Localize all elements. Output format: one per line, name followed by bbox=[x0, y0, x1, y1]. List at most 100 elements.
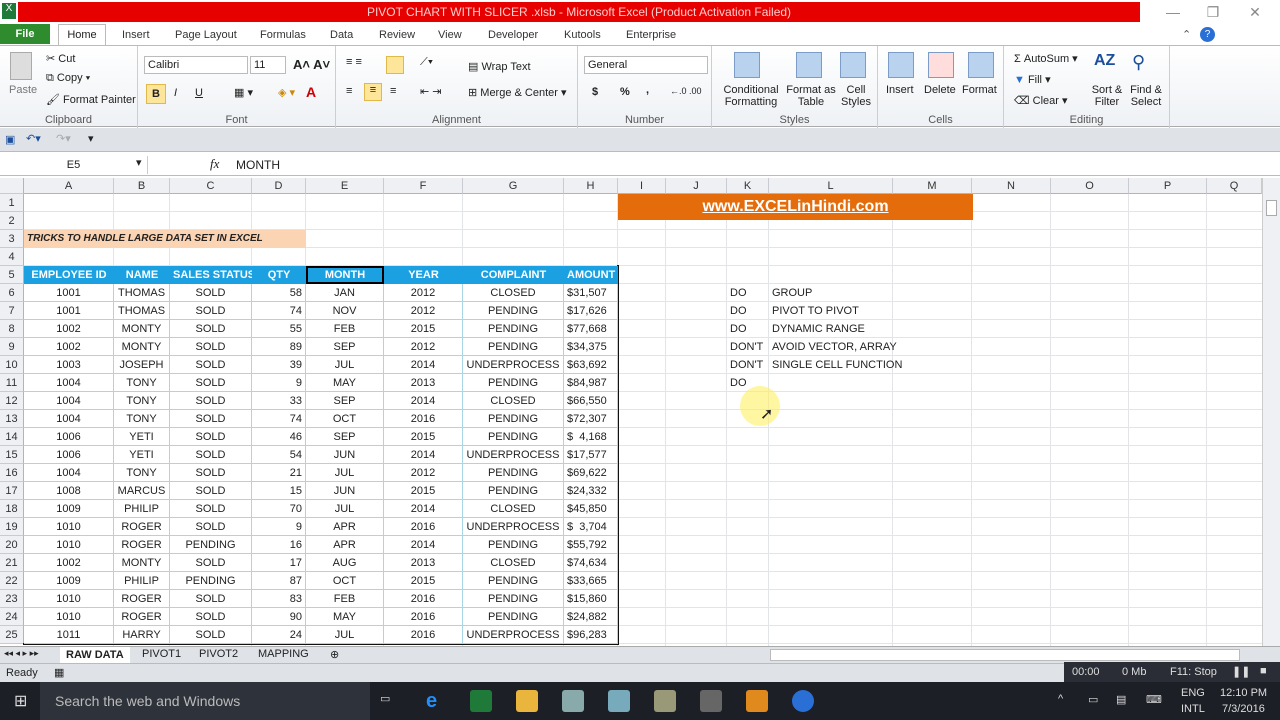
vertical-scrollbar[interactable] bbox=[1262, 178, 1280, 646]
paste-button[interactable]: Paste bbox=[9, 84, 37, 96]
table-cell[interactable]: SOLD bbox=[170, 626, 252, 644]
table-cell[interactable]: 70 bbox=[252, 500, 306, 518]
row-header[interactable]: 13 bbox=[0, 410, 24, 428]
table-cell[interactable]: SOLD bbox=[170, 320, 252, 338]
restore-button[interactable]: ❐ bbox=[1198, 2, 1228, 22]
paint-icon[interactable] bbox=[562, 690, 584, 712]
column-header-G[interactable]: G bbox=[463, 178, 564, 194]
table-cell[interactable]: ROGER bbox=[114, 536, 170, 554]
redo-icon[interactable]: ↷▾ bbox=[56, 132, 71, 145]
table-cell[interactable]: SEP bbox=[306, 338, 384, 356]
row-header[interactable]: 11 bbox=[0, 374, 24, 392]
row-header[interactable]: 1 bbox=[0, 194, 24, 212]
table-cell[interactable]: ROGER bbox=[114, 590, 170, 608]
table-cell[interactable]: 46 bbox=[252, 428, 306, 446]
table-cell[interactable]: 74 bbox=[252, 302, 306, 320]
worksheet-grid[interactable]: A B C D E F G H I J K L M N O P Q 1 2 3 4 5 6 7 8 9 10 11 12 13 14 15 16… bbox=[0, 178, 1262, 646]
bold-button[interactable]: B bbox=[146, 84, 166, 104]
table-cell[interactable]: PENDING bbox=[463, 320, 564, 338]
table-cell[interactable]: NOV bbox=[306, 302, 384, 320]
app-icon[interactable] bbox=[608, 690, 630, 712]
minimize-button[interactable]: — bbox=[1158, 2, 1188, 22]
table-cell[interactable]: MARCUS bbox=[114, 482, 170, 500]
table-cell[interactable]: TONY bbox=[114, 464, 170, 482]
wrap-text-button[interactable]: ▤ Wrap Text bbox=[468, 60, 531, 73]
row-header[interactable]: 7 bbox=[0, 302, 24, 320]
table-cell[interactable]: TONY bbox=[114, 392, 170, 410]
table-cell[interactable]: YETI bbox=[114, 428, 170, 446]
new-sheet-icon[interactable]: ⊕ bbox=[330, 648, 339, 661]
table-cell[interactable]: PENDING bbox=[463, 302, 564, 320]
fill-button[interactable]: ▼ Fill ▾ bbox=[1014, 73, 1051, 86]
scroll-thumb[interactable] bbox=[1266, 200, 1277, 216]
table-cell[interactable]: 1001 bbox=[24, 302, 114, 320]
table-cell[interactable]: UNDERPROCESS bbox=[463, 626, 564, 644]
sheet-tab-mapping[interactable]: MAPPING bbox=[258, 648, 309, 660]
table-cell[interactable]: $ 3,704 bbox=[564, 518, 618, 536]
row-header[interactable]: 25 bbox=[0, 626, 24, 644]
table-cell[interactable]: 2014 bbox=[384, 536, 463, 554]
table-cell[interactable]: MAY bbox=[306, 374, 384, 392]
row-header[interactable]: 24 bbox=[0, 608, 24, 626]
banner-link[interactable]: www.EXCELinHindi.com bbox=[618, 194, 973, 220]
sort-filter-button[interactable]: Sort & Filter bbox=[1088, 84, 1126, 108]
recorder-stop[interactable]: F11: Stop bbox=[1170, 666, 1217, 678]
currency-button[interactable]: $ bbox=[592, 86, 598, 98]
table-cell[interactable]: 90 bbox=[252, 608, 306, 626]
format-as-table-button[interactable]: Format as Table bbox=[786, 84, 836, 108]
insert-cells-button[interactable]: Insert bbox=[886, 84, 914, 96]
tab-page-layout[interactable]: Page Layout bbox=[175, 24, 237, 46]
search-box[interactable]: Search the web and Windows bbox=[40, 682, 370, 720]
align-left-icon[interactable]: ≡ bbox=[346, 85, 352, 97]
table-cell[interactable]: UNDERPROCESS bbox=[463, 356, 564, 374]
table-cell[interactable]: ROGER bbox=[114, 608, 170, 626]
note-action[interactable]: DO bbox=[727, 284, 769, 302]
table-cell[interactable]: 2014 bbox=[384, 500, 463, 518]
table-cell[interactable]: 2016 bbox=[384, 410, 463, 428]
note-text[interactable]: AVOID VECTOR, ARRAY bbox=[769, 338, 929, 356]
customize-qat-icon[interactable]: ▾ bbox=[88, 132, 94, 145]
table-cell[interactable]: 2012 bbox=[384, 302, 463, 320]
table-cell[interactable]: JUN bbox=[306, 482, 384, 500]
table-cell[interactable]: 87 bbox=[252, 572, 306, 590]
table-cell[interactable]: 1002 bbox=[24, 338, 114, 356]
save-icon[interactable]: ▣ bbox=[5, 133, 15, 146]
table-header[interactable]: COMPLAINT bbox=[463, 266, 564, 284]
table-cell[interactable]: 1004 bbox=[24, 464, 114, 482]
table-cell[interactable]: $34,375 bbox=[564, 338, 618, 356]
table-cell[interactable]: FEB bbox=[306, 590, 384, 608]
row-header[interactable]: 19 bbox=[0, 518, 24, 536]
table-cell[interactable]: 24 bbox=[252, 626, 306, 644]
table-cell[interactable]: THOMAS bbox=[114, 284, 170, 302]
table-cell[interactable]: JUL bbox=[306, 356, 384, 374]
cell-styles-button[interactable]: Cell Styles bbox=[838, 84, 874, 108]
table-cell[interactable]: 1006 bbox=[24, 428, 114, 446]
table-cell[interactable]: 1011 bbox=[24, 626, 114, 644]
table-cell[interactable]: SEP bbox=[306, 392, 384, 410]
battery-icon[interactable]: ▭ bbox=[1088, 693, 1098, 706]
table-cell[interactable]: SOLD bbox=[170, 554, 252, 572]
table-cell[interactable]: SOLD bbox=[170, 518, 252, 536]
column-header-Q[interactable]: Q bbox=[1207, 178, 1262, 194]
conditional-formatting-button[interactable]: Conditional Formatting bbox=[716, 84, 786, 108]
recorder-icon[interactable] bbox=[700, 690, 722, 712]
table-cell[interactable]: HARRY bbox=[114, 626, 170, 644]
autosum-button[interactable]: Σ AutoSum ▾ bbox=[1014, 52, 1078, 65]
row-header[interactable]: 22 bbox=[0, 572, 24, 590]
table-cell[interactable]: OCT bbox=[306, 572, 384, 590]
row-header[interactable]: 4 bbox=[0, 248, 24, 266]
column-header-M[interactable]: M bbox=[893, 178, 972, 194]
note-action[interactable]: DO bbox=[727, 320, 769, 338]
table-cell[interactable]: SOLD bbox=[170, 482, 252, 500]
horizontal-scrollbar[interactable] bbox=[770, 649, 1240, 661]
column-header-P[interactable]: P bbox=[1129, 178, 1207, 194]
column-header-I[interactable]: I bbox=[618, 178, 666, 194]
row-header[interactable]: 17 bbox=[0, 482, 24, 500]
excel-taskbar-icon[interactable] bbox=[470, 690, 492, 712]
table-cell[interactable]: CLOSED bbox=[463, 500, 564, 518]
name-box[interactable]: E5 bbox=[0, 156, 148, 174]
cut-button[interactable]: ✂ Cut bbox=[46, 52, 75, 65]
row-header[interactable]: 12 bbox=[0, 392, 24, 410]
table-cell[interactable]: 1010 bbox=[24, 590, 114, 608]
table-cell[interactable]: $66,550 bbox=[564, 392, 618, 410]
